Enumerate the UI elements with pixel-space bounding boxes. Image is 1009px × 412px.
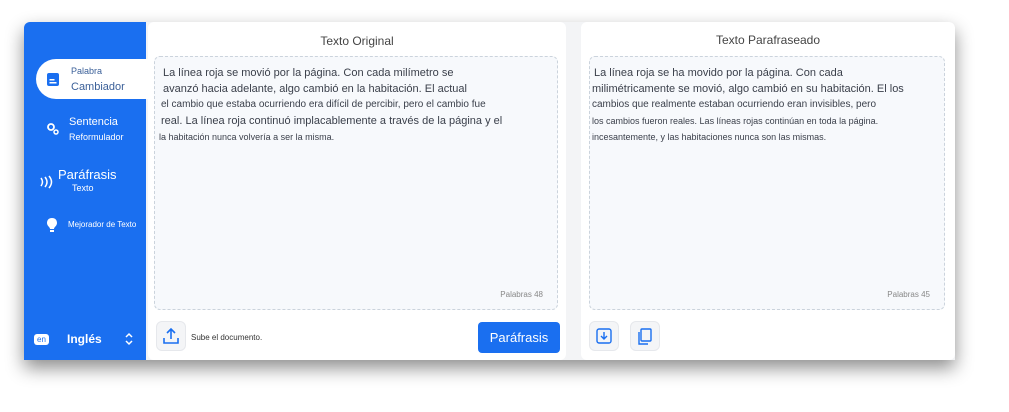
upload-button[interactable] bbox=[156, 321, 186, 351]
sidebar-item-sublabel: Cambiador bbox=[71, 81, 125, 93]
sidebar-item-label: Paráfrasis bbox=[58, 167, 117, 182]
paraphrased-title: Texto Parafraseado bbox=[715, 33, 821, 47]
language-selector[interactable]: en Inglés bbox=[24, 332, 146, 356]
signal-waves-icon bbox=[39, 175, 57, 189]
lightbulb-icon bbox=[45, 216, 59, 234]
app-window: Palabra Cambiador Sentencia Reformulador… bbox=[24, 22, 955, 360]
sidebar-item-sublabel: Texto bbox=[72, 183, 94, 193]
gears-icon bbox=[46, 122, 60, 136]
original-title: Texto Original bbox=[320, 34, 394, 48]
sidebar-item-text-improver[interactable]: Mejorador de Texto bbox=[24, 214, 146, 238]
copy-icon bbox=[638, 327, 652, 345]
download-button[interactable] bbox=[589, 321, 619, 351]
sidebar-item-sentence-rephraser[interactable]: Sentencia Reformulador bbox=[24, 114, 146, 148]
original-word-count: Palabras 48 bbox=[500, 290, 543, 299]
paraphrased-word-count: Palabras 45 bbox=[887, 290, 930, 299]
download-icon bbox=[596, 328, 612, 344]
sidebar-item-label: Mejorador de Texto bbox=[68, 220, 137, 229]
chevron-updown-icon bbox=[124, 332, 134, 351]
copy-button[interactable] bbox=[630, 321, 660, 351]
original-text: La línea roja se movió por la página. Co… bbox=[159, 67, 503, 142]
original-text-input[interactable]: La línea roja se movió por la página. Co… bbox=[154, 56, 558, 310]
upload-label: Sube el documento. bbox=[191, 333, 263, 342]
sidebar-item-sublabel: Reformulador bbox=[69, 132, 124, 142]
original-panel: Texto Original La línea roja se movió po… bbox=[148, 22, 566, 360]
upload-icon bbox=[163, 327, 179, 344]
sidebar: Palabra Cambiador Sentencia Reformulador… bbox=[24, 22, 148, 360]
paraphrase-button[interactable]: Paráfrasis bbox=[478, 322, 560, 353]
language-label: Inglés bbox=[67, 332, 102, 346]
document-icon bbox=[45, 71, 61, 87]
sidebar-item-paraphrase-text[interactable]: Paráfrasis Texto bbox=[24, 166, 146, 198]
paraphrased-text: La línea roja se ha movido por la página… bbox=[592, 67, 904, 142]
sidebar-item-word-changer[interactable]: Palabra Cambiador bbox=[36, 59, 148, 99]
paraphrased-panel: Texto Parafraseado La línea roja se ha m… bbox=[581, 22, 955, 360]
sidebar-item-label: Sentencia bbox=[69, 116, 118, 128]
sidebar-item-label: Palabra bbox=[71, 66, 103, 76]
paraphrased-text-output[interactable]: La línea roja se ha movido por la página… bbox=[589, 56, 945, 310]
language-code-badge: en bbox=[34, 334, 49, 345]
